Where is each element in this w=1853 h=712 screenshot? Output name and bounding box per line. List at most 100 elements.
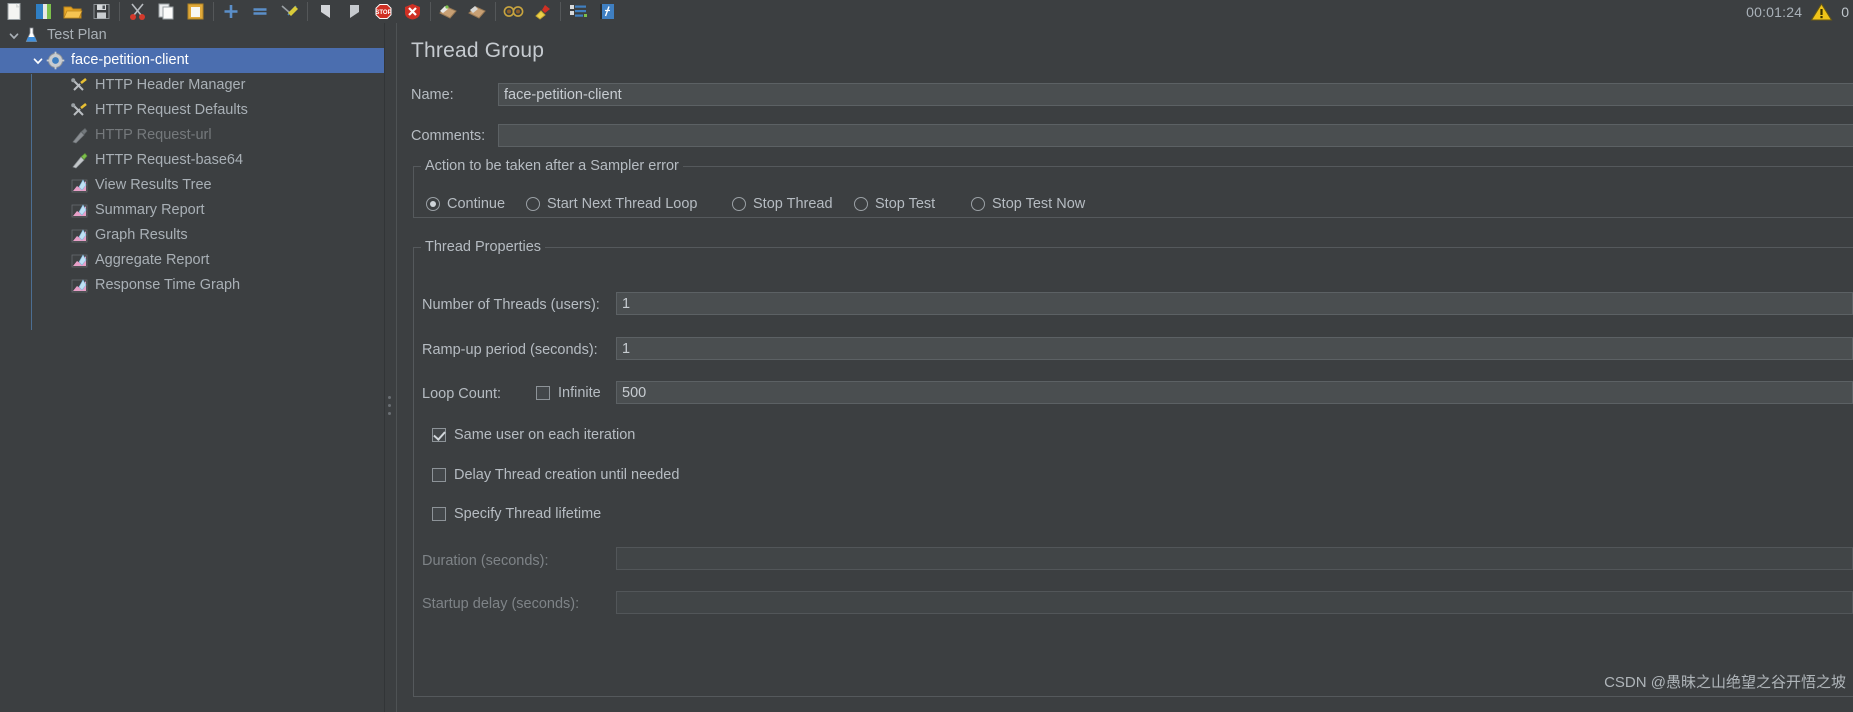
toggle-button[interactable] bbox=[275, 0, 304, 23]
cut-icon bbox=[130, 3, 145, 20]
remote-start-button[interactable] bbox=[434, 0, 463, 23]
same-user-label: Same user on each iteration bbox=[454, 427, 636, 443]
radio-continue[interactable]: Continue bbox=[426, 194, 505, 214]
specify-lifetime-label: Specify Thread lifetime bbox=[454, 506, 602, 522]
ramp-up-input[interactable]: 1 bbox=[616, 337, 1853, 360]
start-no-pauses-button[interactable] bbox=[340, 0, 369, 23]
pane-splitter[interactable] bbox=[384, 23, 396, 712]
name-input[interactable]: face-petition-client bbox=[498, 83, 1853, 106]
comments-row: Comments: bbox=[411, 124, 485, 147]
sampler-disabled-icon bbox=[72, 127, 88, 144]
toolbar-separator bbox=[430, 2, 431, 21]
collapse-all-icon bbox=[253, 8, 267, 15]
comments-input[interactable] bbox=[498, 124, 1853, 147]
toolbar-group-file bbox=[0, 0, 116, 23]
loop-count-input[interactable]: 500 bbox=[616, 381, 1853, 404]
tree-item-label: Graph Results bbox=[95, 227, 188, 244]
tree-item-label: Response Time Graph bbox=[95, 277, 241, 294]
tree-item-response-time-graph[interactable]: Response Time Graph bbox=[0, 273, 384, 298]
chevron-down-icon[interactable] bbox=[8, 30, 20, 42]
tree-item-http-header-manager[interactable]: HTTP Header Manager bbox=[0, 73, 384, 98]
save-button[interactable] bbox=[87, 0, 116, 23]
tree-item-label: HTTP Request-url bbox=[95, 127, 212, 144]
templates-icon bbox=[36, 4, 51, 19]
tree-item-summary-report[interactable]: Summary Report bbox=[0, 198, 384, 223]
workspace: Test Plan face-petition-client HTTP Header… bbox=[0, 23, 1853, 712]
test-plan-tree[interactable]: Test Plan face-petition-client HTTP Header… bbox=[0, 23, 384, 712]
tree-twisty bbox=[54, 78, 70, 94]
tree-twisty[interactable] bbox=[6, 28, 22, 44]
clear-button[interactable] bbox=[499, 0, 528, 23]
tree-item-aggregate-report[interactable]: Aggregate Report bbox=[0, 248, 384, 273]
sampler-icon bbox=[72, 152, 88, 169]
toolbar-separator bbox=[495, 2, 496, 21]
tree-item-graph-results[interactable]: Graph Results bbox=[0, 223, 384, 248]
clear-icon bbox=[503, 6, 524, 17]
tree-twisty bbox=[54, 178, 70, 194]
splitter-grip bbox=[388, 396, 391, 415]
cut-button[interactable] bbox=[123, 0, 152, 23]
num-threads-input[interactable]: 1 bbox=[616, 292, 1853, 315]
save-icon bbox=[93, 4, 110, 19]
stop-button[interactable]: STOP bbox=[369, 0, 398, 23]
specify-lifetime-checkbox-box bbox=[432, 507, 446, 521]
tree-item-view-results-tree[interactable]: View Results Tree bbox=[0, 173, 384, 198]
shutdown-button[interactable] bbox=[398, 0, 427, 23]
templates-button[interactable] bbox=[29, 0, 58, 23]
radio-stop-test[interactable]: Stop Test bbox=[854, 194, 935, 214]
radio-indicator bbox=[732, 197, 746, 211]
start-button[interactable] bbox=[311, 0, 340, 23]
tree-twisty bbox=[54, 253, 70, 269]
collapse-all-button[interactable] bbox=[246, 0, 275, 23]
tree-item-http-request-base64[interactable]: HTTP Request-base64 bbox=[0, 148, 384, 173]
delay-thread-checkbox[interactable]: Delay Thread creation until needed bbox=[432, 465, 679, 485]
copy-button[interactable] bbox=[152, 0, 181, 23]
same-user-checkbox[interactable]: Same user on each iteration bbox=[432, 425, 635, 445]
radio-start-next-thread-loop[interactable]: Start Next Thread Loop bbox=[526, 194, 697, 214]
loop-count-label: Loop Count: bbox=[422, 386, 502, 402]
tree-item-http-request-defaults[interactable]: HTTP Request Defaults bbox=[0, 98, 384, 123]
specify-lifetime-checkbox[interactable]: Specify Thread lifetime bbox=[432, 504, 601, 524]
toolbar-group-search bbox=[564, 0, 622, 23]
toolbar-group-clear bbox=[499, 0, 557, 23]
search-button[interactable] bbox=[564, 0, 593, 23]
toolbar-group-run: STOP bbox=[311, 0, 427, 23]
main-toolbar: STOP 00:01:24 0 bbox=[0, 0, 1853, 23]
infinite-checkbox[interactable]: Infinite bbox=[536, 383, 601, 403]
function-helper-button[interactable] bbox=[593, 0, 622, 23]
clear-all-button[interactable] bbox=[528, 0, 557, 23]
open-button[interactable] bbox=[58, 0, 87, 23]
infinite-checkbox-box bbox=[536, 386, 550, 400]
start-no-pauses-icon bbox=[350, 5, 359, 18]
tree-item-test-plan[interactable]: Test Plan bbox=[0, 23, 384, 48]
chevron-down-icon[interactable] bbox=[32, 55, 44, 67]
new-button[interactable] bbox=[0, 0, 29, 23]
tree-item-face-petition-client[interactable]: face-petition-client bbox=[0, 48, 384, 73]
remote-stop-button[interactable] bbox=[463, 0, 492, 23]
remote-start-icon bbox=[439, 5, 457, 19]
name-label: Name: bbox=[411, 86, 454, 103]
tree-twisty[interactable] bbox=[30, 53, 46, 69]
duration-label: Duration (seconds): bbox=[422, 553, 549, 569]
tree-twisty bbox=[54, 153, 70, 169]
tree-twisty bbox=[54, 278, 70, 294]
expand-all-button[interactable] bbox=[217, 0, 246, 23]
radio-stop-thread[interactable]: Stop Thread bbox=[732, 194, 833, 214]
warning-triangle-icon[interactable] bbox=[1810, 2, 1833, 22]
function-helper-icon bbox=[600, 4, 614, 19]
startup-delay-label: Startup delay (seconds): bbox=[422, 596, 580, 612]
radio-stop-test-now[interactable]: Stop Test Now bbox=[971, 194, 1085, 214]
duration-input[interactable] bbox=[616, 547, 1853, 570]
config-element-icon bbox=[71, 77, 87, 91]
toolbar-group-edit bbox=[123, 0, 210, 23]
tree-item-http-request-url[interactable]: HTTP Request-url bbox=[0, 123, 384, 148]
paste-button[interactable] bbox=[181, 0, 210, 23]
radio-label: Stop Test bbox=[875, 196, 936, 212]
radio-label: Start Next Thread Loop bbox=[547, 196, 698, 212]
startup-delay-input[interactable] bbox=[616, 591, 1853, 614]
listener-icon bbox=[71, 279, 88, 293]
tree-item-label: Summary Report bbox=[95, 202, 205, 219]
watermark-text: CSDN @愚昧之山绝望之谷开悟之坡 bbox=[1604, 674, 1846, 691]
radio-label: Continue bbox=[447, 196, 506, 212]
search-icon bbox=[570, 5, 587, 17]
